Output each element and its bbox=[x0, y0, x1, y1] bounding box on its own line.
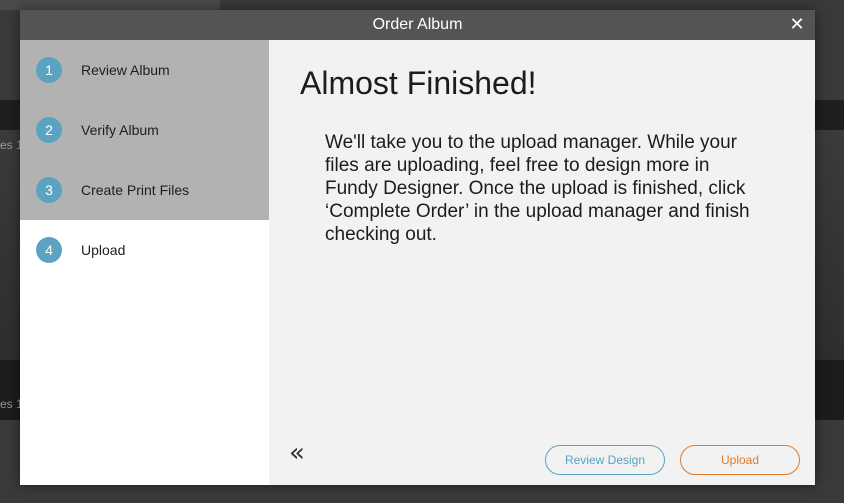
step-upload[interactable]: 4 Upload bbox=[20, 220, 269, 280]
step-verify-album[interactable]: 2 Verify Album bbox=[20, 100, 269, 160]
step-number-badge: 2 bbox=[36, 117, 62, 143]
step-number-badge: 1 bbox=[36, 57, 62, 83]
step-label: Verify Album bbox=[81, 122, 159, 138]
review-design-button[interactable]: Review Design bbox=[545, 445, 665, 475]
instructions-text: We'll take you to the upload manager. Wh… bbox=[325, 132, 750, 245]
upload-button[interactable]: Upload bbox=[680, 445, 800, 475]
back-chevron-icon[interactable]: « bbox=[289, 440, 313, 466]
step-review-album[interactable]: 1 Review Album bbox=[20, 40, 269, 100]
close-button[interactable]: ✕ bbox=[787, 15, 807, 35]
dialog-titlebar: Order Album ✕ bbox=[20, 10, 815, 40]
background-thumbnail bbox=[0, 0, 220, 10]
step-create-print-files[interactable]: 3 Create Print Files bbox=[20, 160, 269, 220]
page-title: Almost Finished! bbox=[300, 65, 537, 101]
steps-sidebar: 1 Review Album 2 Verify Album 3 Create P… bbox=[20, 40, 269, 485]
step-label: Upload bbox=[81, 242, 126, 258]
step-label: Review Album bbox=[81, 62, 170, 78]
step-number-badge: 4 bbox=[36, 237, 62, 263]
step-label: Create Print Files bbox=[81, 182, 190, 198]
dialog-title: Order Album bbox=[372, 16, 463, 33]
step-number-badge: 3 bbox=[36, 177, 62, 203]
order-album-dialog: Order Album ✕ 1 Review Album 2 Verify Al… bbox=[20, 10, 815, 485]
main-content: Almost Finished! We'll take you to the u… bbox=[269, 40, 815, 485]
